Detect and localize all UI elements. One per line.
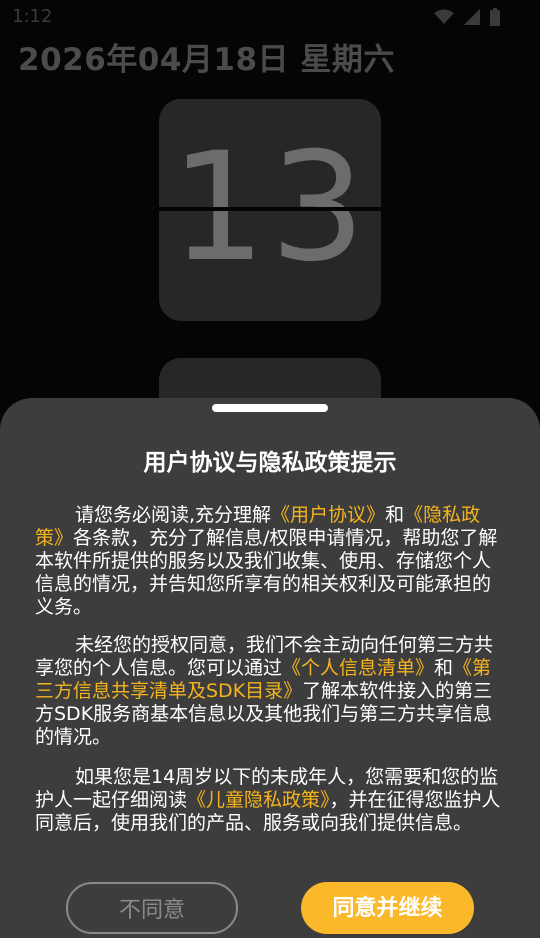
paragraph-text: 各条款，充分了解信息/权限申请情况，帮助您了解本软件所提供的服务以及我们收集、使… [35,527,498,618]
paragraph-third-party: 未经您的授权同意，我们不会主动向任何第三方共享您的个人信息。您可以通过《个人信息… [35,634,503,749]
agree-continue-button[interactable]: 同意并继续 [301,882,474,934]
hours-flip-card: 13 [159,99,381,321]
children-privacy-link[interactable]: 《儿童隐私政策》 [187,789,330,811]
wifi-icon [434,9,454,25]
privacy-dialog: 用户协议与隐私政策提示 请您务必阅读,充分理解《用户协议》和《隐私政策》各条款，… [0,398,540,938]
paragraph-text: 和 [385,504,405,526]
paragraph-text: 请您务必阅读,充分理解 [75,504,272,526]
battery-icon [490,8,500,26]
flip-divider [159,207,381,211]
decline-button[interactable]: 不同意 [66,882,238,934]
date-label: 2026年04月18日 星期六 [18,42,395,78]
personal-info-list-link[interactable]: 《个人信息清单》 [282,657,434,679]
drag-handle[interactable] [212,404,328,412]
status-time: 1:12 [12,6,53,27]
dialog-title: 用户协议与隐私政策提示 [143,450,397,476]
signal-icon [464,9,480,25]
paragraph-children: 如果您是14周岁以下的未成年人，您需要和您的监护人一起仔细阅读《儿童隐私政策》，… [35,766,503,835]
paragraph-text: 和 [434,657,454,679]
status-bar: 1:12 [0,0,540,34]
status-icons [434,8,500,26]
paragraph-user-agreement: 请您务必阅读,充分理解《用户协议》和《隐私政策》各条款，充分了解信息/权限申请情… [35,504,503,619]
user-agreement-link[interactable]: 《用户协议》 [271,504,385,526]
